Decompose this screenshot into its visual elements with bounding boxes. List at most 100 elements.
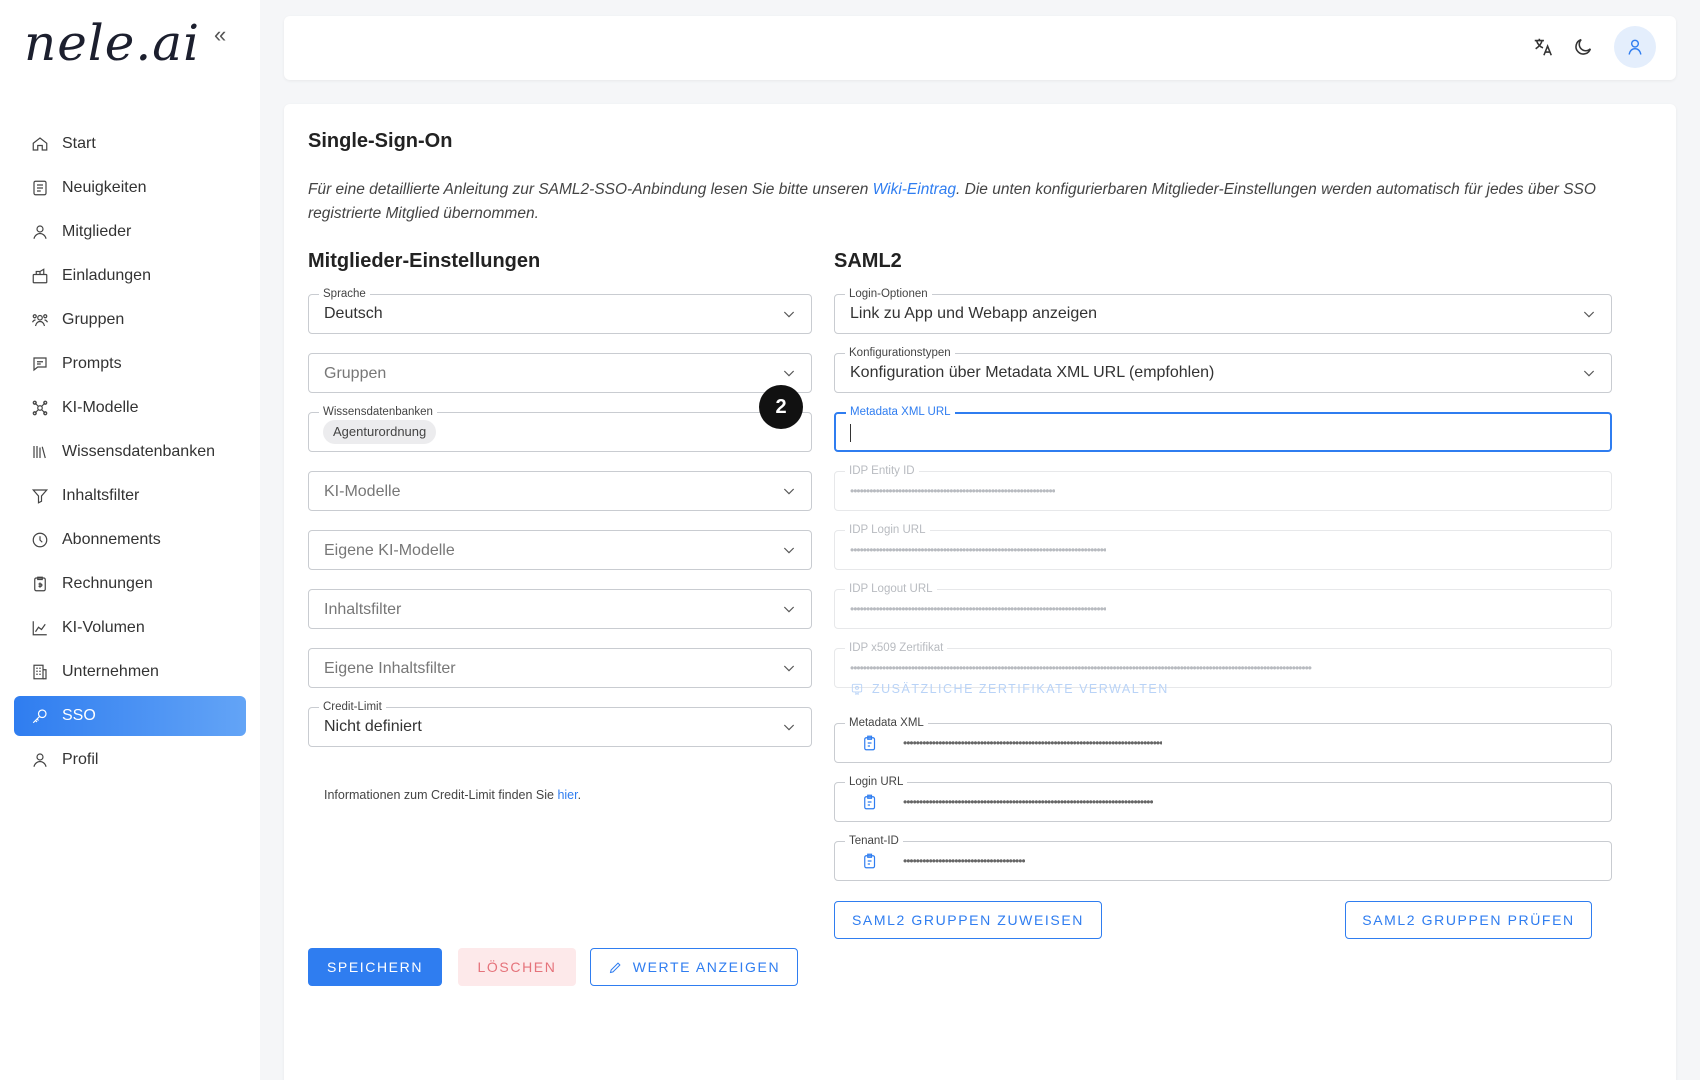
field-label: IDP x509 Zertifikat <box>845 641 948 655</box>
field-label: Credit-Limit <box>319 700 386 714</box>
masked-value: ••••••••••••••••••••••••••••••••••••••••… <box>850 543 1107 557</box>
pencil-icon <box>609 961 621 973</box>
sidebar-item-profil[interactable]: Profil <box>14 740 246 780</box>
filter-icon <box>30 486 50 506</box>
own-content-filter-select[interactable]: Eigene Inhaltsfilter <box>308 648 812 688</box>
invoice-icon <box>30 574 50 594</box>
knowledge-base-chip[interactable]: Agenturordnung <box>323 420 437 444</box>
chevron-down-icon <box>781 365 797 386</box>
groups-icon <box>30 310 50 330</box>
sidebar-item-start[interactable]: Start <box>14 124 246 164</box>
sidebar-item-label: Prompts <box>62 355 122 372</box>
logo: nele.ai <box>24 14 201 72</box>
delete-button[interactable]: LÖSCHEN <box>458 948 576 986</box>
sidebar-item-label: Abonnements <box>62 531 161 548</box>
tenant-id-field: Tenant-ID ••••••••••••••••••••••••••••••… <box>834 834 1612 881</box>
saml2-title: SAML2 <box>834 250 902 272</box>
language-select[interactable]: Sprache Deutsch <box>308 287 812 334</box>
sidebar-item-label: KI-Modelle <box>62 399 139 416</box>
chevron-down-icon <box>781 660 797 681</box>
sidebar-item-ki-volumen[interactable]: KI-Volumen <box>14 608 246 648</box>
field-label: Login-Optionen <box>845 287 932 301</box>
sidebar-item-unternehmen[interactable]: Unternehmen <box>14 652 246 692</box>
chevron-down-icon <box>781 483 797 504</box>
certificate-icon <box>851 683 863 696</box>
credit-limit-select[interactable]: Credit-Limit Nicht definiert <box>308 700 812 747</box>
sidebar-item-neuigkeiten[interactable]: Neuigkeiten <box>14 168 246 208</box>
field-placeholder: Eigene KI-Modelle <box>324 542 455 559</box>
masked-value: ••••••••••••••••••••••••••••••••••••••••… <box>903 795 1153 809</box>
login-options-select[interactable]: Login-Optionen Link zu App und Webapp an… <box>834 287 1612 334</box>
sidebar-nav: Start Neuigkeiten Mitglieder Einladungen… <box>14 124 246 784</box>
content-filter-select[interactable]: Inhaltsfilter <box>308 589 812 629</box>
copy-icon[interactable] <box>861 793 879 816</box>
sidebar-item-abonnements[interactable]: Abonnements <box>14 520 246 560</box>
chevron-down-icon <box>781 306 797 327</box>
sidebar-item-rechnungen[interactable]: Rechnungen <box>14 564 246 604</box>
chevron-down-icon <box>781 601 797 622</box>
field-placeholder: Eigene Inhaltsfilter <box>324 660 456 677</box>
wiki-link[interactable]: Wiki-Eintrag <box>873 181 956 198</box>
sidebar-item-inhaltsfilter[interactable]: Inhaltsfilter <box>14 476 246 516</box>
sidebar-item-sso[interactable]: SSO <box>14 696 246 736</box>
chevron-down-icon <box>1581 365 1597 386</box>
helper-text-part: . <box>577 788 582 802</box>
field-label: Konfigurationstypen <box>845 346 955 360</box>
check-saml2-groups-button[interactable]: SAML2 GRUPPEN PRÜFEN <box>1345 901 1592 939</box>
page-title: Single-Sign-On <box>308 130 453 152</box>
library-icon <box>30 442 50 462</box>
chevron-down-icon <box>781 542 797 563</box>
copy-icon[interactable] <box>861 852 879 875</box>
translate-icon[interactable] <box>1532 36 1554 63</box>
field-value: Link zu App und Webapp anzeigen <box>850 305 1098 322</box>
helper-text-part: Informationen zum Credit-Limit finden Si… <box>324 788 558 802</box>
user-avatar-icon[interactable] <box>1614 26 1656 68</box>
intro-text-part: Für eine detaillierte Anleitung zur SAML… <box>308 181 873 198</box>
profile-icon <box>30 750 50 770</box>
sidebar-item-label: Rechnungen <box>62 575 153 592</box>
configuration-type-select[interactable]: Konfigurationstypen Konfiguration über M… <box>834 346 1612 393</box>
field-value: Nicht definiert <box>324 718 422 735</box>
metadata-xml-field: Metadata XML •••••••••••••••••••••••••••… <box>834 716 1612 763</box>
show-values-button[interactable]: WERTE ANZEIGEN <box>590 948 798 986</box>
sidebar-item-label: Inhaltsfilter <box>62 487 140 504</box>
ai-models-icon <box>30 398 50 418</box>
sidebar-item-einladungen[interactable]: Einladungen <box>14 256 246 296</box>
dark-mode-icon[interactable] <box>1572 36 1594 63</box>
sidebar-item-prompts[interactable]: Prompts <box>14 344 246 384</box>
field-placeholder: Gruppen <box>324 365 387 382</box>
sidebar-item-ki-modelle[interactable]: KI-Modelle <box>14 388 246 428</box>
groups-select[interactable]: Gruppen <box>308 353 812 393</box>
sidebar-item-mitglieder[interactable]: Mitglieder <box>14 212 246 252</box>
invitations-icon <box>30 266 50 286</box>
metadata-xml-url-input[interactable]: Metadata XML URL <box>834 405 1612 452</box>
credit-limit-helper: Informationen zum Credit-Limit finden Si… <box>324 788 581 802</box>
sidebar-item-label: Unternehmen <box>62 663 159 680</box>
assign-saml2-groups-button[interactable]: SAML2 GRUPPEN ZUWEISEN <box>834 901 1102 939</box>
intro-text: Für eine detaillierte Anleitung zur SAML… <box>308 178 1658 226</box>
key-icon <box>30 706 50 726</box>
masked-value: ••••••••••••••••••••••••••••••••••••••••… <box>850 484 1055 498</box>
manage-certificates-button[interactable]: ZUSÄTZLICHE ZERTIFIKATE VERWALTEN <box>850 682 1169 696</box>
own-ai-models-select[interactable]: Eigene KI-Modelle <box>308 530 812 570</box>
sidebar: nele.ai « Start Neuigkeiten Mitglieder E… <box>0 0 260 1080</box>
field-placeholder: Inhaltsfilter <box>324 601 402 618</box>
credit-limit-info-link[interactable]: hier <box>557 788 577 802</box>
members-settings-title: Mitglieder-Einstellungen <box>308 250 541 272</box>
chevron-down-icon <box>781 719 797 740</box>
sidebar-item-wissensdatenbanken[interactable]: Wissensdatenbanken <box>14 432 246 472</box>
ai-models-select[interactable]: KI-Modelle <box>308 471 812 511</box>
knowledge-bases-select[interactable]: Wissensdatenbanken Agenturordnung <box>308 405 812 452</box>
idp-login-url-field: IDP Login URL ••••••••••••••••••••••••••… <box>834 523 1612 570</box>
chart-icon <box>30 618 50 638</box>
sidebar-item-label: Neuigkeiten <box>62 179 147 196</box>
save-button[interactable]: SPEICHERN <box>308 948 442 986</box>
field-placeholder: KI-Modelle <box>324 483 401 500</box>
collapse-sidebar-icon[interactable]: « <box>214 22 226 48</box>
copy-icon[interactable] <box>861 734 879 757</box>
field-label: Sprache <box>319 287 370 301</box>
sidebar-item-label: Gruppen <box>62 311 125 328</box>
sidebar-item-label: SSO <box>62 707 96 724</box>
sidebar-item-gruppen[interactable]: Gruppen <box>14 300 246 340</box>
login-url-field: Login URL ••••••••••••••••••••••••••••••… <box>834 775 1612 822</box>
